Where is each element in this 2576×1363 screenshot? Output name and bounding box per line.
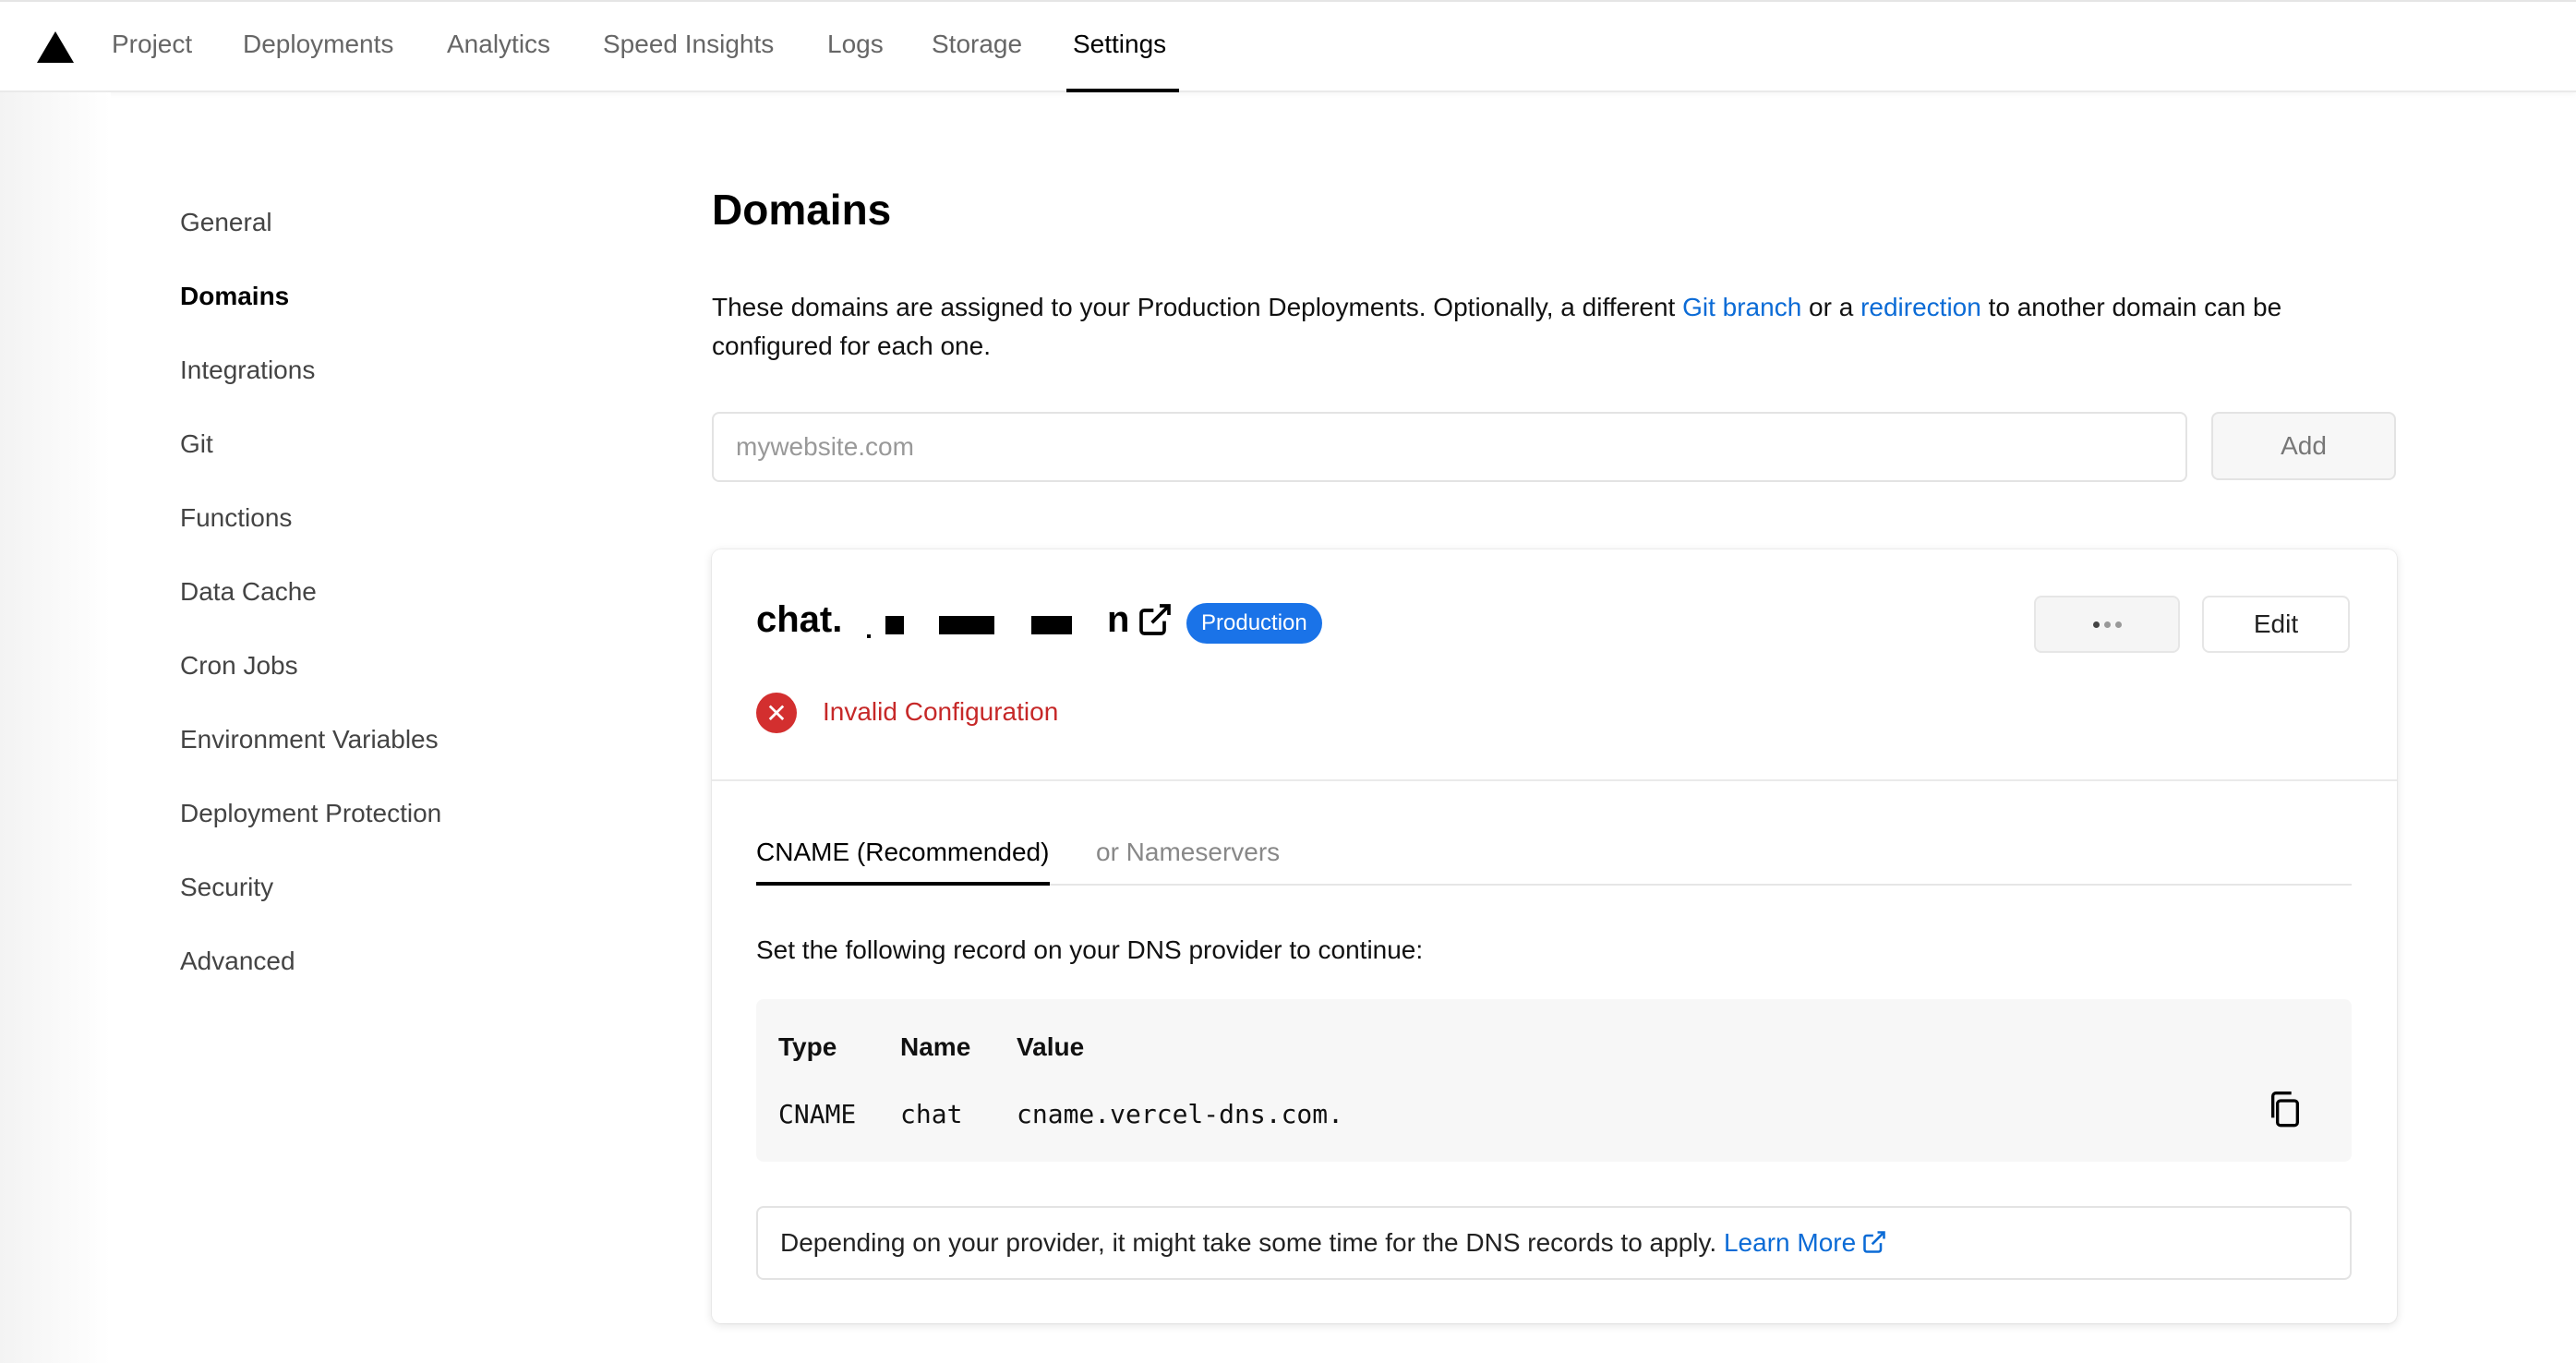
- card-divider: [712, 779, 2397, 781]
- external-link-icon[interactable]: [1137, 601, 1174, 638]
- active-subtab-indicator: [756, 882, 1050, 886]
- more-icon: [2092, 621, 2100, 628]
- note-message: Depending on your provider, it might tak…: [780, 1228, 1724, 1257]
- sidebar-item-git[interactable]: Git: [180, 429, 213, 459]
- external-link-icon[interactable]: [1861, 1229, 1887, 1255]
- domains-description: These domains are assigned to your Produ…: [712, 288, 2401, 366]
- dns-instruction: Set the following record on your DNS pro…: [756, 935, 1424, 964]
- domain-input[interactable]: [712, 412, 2187, 482]
- column-header-name: Name: [900, 1032, 971, 1061]
- redaction: [885, 616, 904, 634]
- learn-more-link[interactable]: Learn More: [1724, 1228, 1856, 1257]
- more-icon: [2103, 621, 2111, 628]
- status-text: Invalid Configuration: [823, 697, 1059, 726]
- more-icon: [2114, 621, 2122, 628]
- domain-name-suffix: n: [1107, 599, 1130, 640]
- column-header-value: Value: [1017, 1032, 1085, 1061]
- sidebar-item-data-cache[interactable]: Data Cache: [180, 577, 317, 607]
- record-type: CNAME: [778, 1099, 857, 1129]
- column-header-type: Type: [778, 1032, 837, 1061]
- active-tab-indicator: [1066, 89, 1179, 92]
- top-nav: Project Deployments Analytics Speed Insi…: [0, 0, 2576, 92]
- tab-analytics[interactable]: Analytics: [447, 30, 550, 59]
- tab-speed-insights[interactable]: Speed Insights: [603, 30, 774, 59]
- tab-logs[interactable]: Logs: [827, 30, 884, 59]
- redaction: [867, 634, 871, 638]
- note-text: Depending on your provider, it might tak…: [780, 1228, 1887, 1258]
- domain-card: chat. n Production Edit ✕ Invalid Config…: [712, 549, 2397, 1323]
- add-domain-button[interactable]: Add: [2211, 412, 2396, 480]
- error-x-icon: ✕: [756, 693, 797, 733]
- page-title: Domains: [712, 186, 892, 234]
- description-text: These domains are assigned to your Produ…: [712, 293, 1683, 321]
- description-text: or a: [1801, 293, 1861, 321]
- sidebar-item-cron-jobs[interactable]: Cron Jobs: [180, 651, 298, 681]
- domain-name-prefix[interactable]: chat.: [756, 599, 842, 641]
- redaction: [1031, 616, 1072, 634]
- sidebar-item-integrations[interactable]: Integrations: [180, 356, 315, 385]
- sidebar-item-domains[interactable]: Domains: [180, 282, 289, 311]
- tab-nameservers[interactable]: or Nameservers: [1096, 838, 1280, 867]
- tab-cname[interactable]: CNAME (Recommended): [756, 838, 1049, 867]
- tab-deployments[interactable]: Deployments: [243, 30, 393, 59]
- tab-project[interactable]: Project: [112, 30, 192, 59]
- redirection-link[interactable]: redirection: [1860, 293, 1981, 321]
- tab-storage[interactable]: Storage: [932, 30, 1022, 59]
- more-options-button[interactable]: [2034, 596, 2180, 653]
- vercel-logo[interactable]: [37, 31, 74, 63]
- sidebar-item-general[interactable]: General: [180, 208, 272, 237]
- page-edge-shade: [0, 92, 111, 1363]
- sidebar-item-functions[interactable]: Functions: [180, 503, 292, 533]
- record-value: cname.vercel-dns.com.: [1017, 1099, 1344, 1129]
- tab-settings[interactable]: Settings: [1073, 30, 1166, 59]
- production-badge: Production: [1186, 603, 1322, 644]
- copy-icon[interactable]: [2267, 1090, 2304, 1130]
- git-branch-link[interactable]: Git branch: [1682, 293, 1801, 321]
- sidebar-item-environment-variables[interactable]: Environment Variables: [180, 725, 439, 754]
- dns-record-table: Type Name Value CNAME chat cname.vercel-…: [756, 999, 2352, 1162]
- sidebar-item-deployment-protection[interactable]: Deployment Protection: [180, 799, 441, 828]
- sidebar-item-advanced[interactable]: Advanced: [180, 947, 295, 976]
- edit-domain-button[interactable]: Edit: [2202, 596, 2350, 653]
- propagation-note: Depending on your provider, it might tak…: [756, 1206, 2352, 1280]
- record-name: chat: [900, 1099, 963, 1129]
- sidebar-item-security[interactable]: Security: [180, 873, 273, 902]
- redaction: [939, 616, 994, 634]
